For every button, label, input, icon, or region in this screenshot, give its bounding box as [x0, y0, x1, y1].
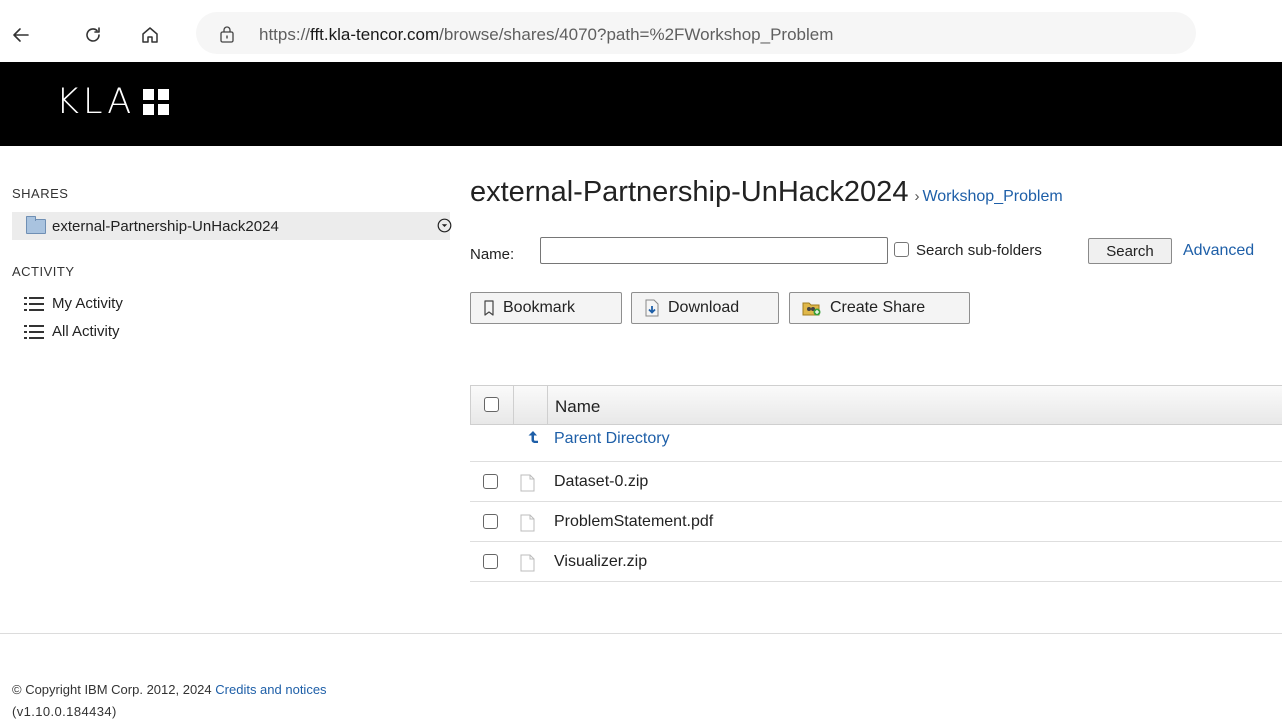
column-divider — [513, 386, 514, 424]
list-icon — [24, 324, 44, 339]
home-button[interactable] — [137, 22, 163, 48]
logo-text: KLA — [56, 82, 136, 122]
file-name[interactable]: Dataset-0.zip — [554, 473, 648, 491]
sidebar-item-all-activity[interactable]: All Activity — [24, 323, 120, 340]
file-icon — [520, 554, 535, 572]
copyright-text: © Copyright IBM Corp. 2012, 2024 — [12, 682, 212, 697]
column-divider — [547, 386, 548, 424]
name-search-input[interactable] — [540, 237, 888, 264]
back-button[interactable] — [8, 22, 34, 48]
name-label: Name: — [470, 246, 515, 263]
table-row[interactable]: ProblemStatement.pdf — [470, 502, 1282, 542]
breadcrumb: external-Partnership-UnHack2024 › Worksh… — [470, 176, 1063, 209]
row-checkbox[interactable] — [483, 474, 498, 489]
search-button[interactable]: Search — [1088, 238, 1172, 264]
table-row[interactable]: Dataset-0.zip — [470, 462, 1282, 502]
download-button[interactable]: Download — [631, 292, 779, 324]
url-host: fft.kla-tencor.com — [310, 25, 440, 44]
logo-plus-icon — [143, 89, 170, 115]
sidebar-item-share[interactable]: external-Partnership-UnHack2024 — [12, 212, 452, 240]
kla-logo[interactable]: KLA — [56, 82, 170, 122]
file-name[interactable]: ProblemStatement.pdf — [554, 513, 713, 531]
page-title[interactable]: external-Partnership-UnHack2024 — [470, 176, 908, 209]
parent-directory-link[interactable]: Parent Directory — [554, 430, 670, 448]
search-subfolders-label[interactable]: Search sub-folders — [916, 242, 1042, 259]
list-icon — [24, 296, 44, 311]
activity-heading: ACTIVITY — [12, 264, 75, 279]
column-header-name[interactable]: Name — [555, 397, 600, 417]
bookmark-button[interactable]: Bookmark — [470, 292, 622, 324]
url-path: /browse/shares/4070?path=%2FWorkshop_Pro… — [439, 25, 834, 44]
bookmark-label: Bookmark — [503, 299, 576, 316]
file-name[interactable]: Visualizer.zip — [554, 553, 647, 571]
advanced-search-link[interactable]: Advanced — [1183, 242, 1254, 260]
refresh-button[interactable] — [80, 22, 106, 48]
row-checkbox[interactable] — [483, 554, 498, 569]
file-icon — [520, 474, 535, 492]
breadcrumb-current[interactable]: Workshop_Problem — [922, 188, 1062, 206]
select-all-checkbox[interactable] — [484, 397, 499, 412]
site-header: KLA — [0, 62, 1282, 146]
refresh-icon — [86, 27, 100, 42]
file-table-header: Name — [470, 385, 1282, 425]
url-text[interactable]: https://fft.kla-tencor.com/browse/shares… — [259, 25, 833, 45]
create-share-button[interactable]: Create Share — [789, 292, 970, 324]
table-row-parent[interactable]: Parent Directory — [470, 425, 1282, 462]
breadcrumb-separator: › — [914, 188, 920, 205]
home-icon — [142, 27, 158, 43]
footer-divider — [0, 633, 1282, 634]
row-checkbox[interactable] — [483, 514, 498, 529]
copyright: © Copyright IBM Corp. 2012, 2024 Credits… — [12, 682, 327, 697]
download-label: Download — [668, 299, 740, 316]
file-icon — [520, 514, 535, 532]
bookmark-icon — [484, 300, 494, 316]
create-share-icon — [802, 302, 821, 316]
search-subfolders-checkbox[interactable] — [894, 242, 909, 257]
create-share-label: Create Share — [830, 299, 926, 316]
folder-icon — [26, 215, 46, 234]
activity-label: My Activity — [52, 295, 123, 312]
browser-toolbar: https://fft.kla-tencor.com/browse/shares… — [0, 0, 1282, 62]
sidebar-item-my-activity[interactable]: My Activity — [24, 295, 123, 312]
url-prefix: https:// — [259, 25, 311, 44]
share-label: external-Partnership-UnHack2024 — [52, 217, 279, 235]
activity-label: All Activity — [52, 323, 120, 340]
download-icon — [645, 299, 659, 317]
credits-link[interactable]: Credits and notices — [215, 682, 326, 697]
shares-heading: SHARES — [12, 186, 69, 201]
back-arrow-icon — [13, 28, 29, 42]
version-text: (v1.10.0.184434) — [12, 704, 117, 719]
chevron-down-circle-icon[interactable] — [437, 218, 452, 233]
lock-icon — [220, 26, 234, 43]
up-arrow-icon — [528, 431, 538, 443]
table-row[interactable]: Visualizer.zip — [470, 542, 1282, 582]
